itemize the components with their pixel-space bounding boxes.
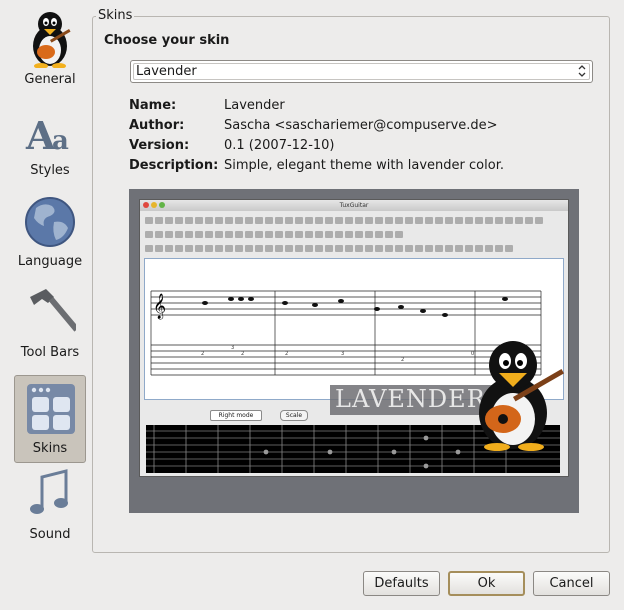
- preview-toolbar-3: [144, 241, 564, 253]
- svg-text:2: 2: [285, 351, 288, 357]
- description-label: Description:: [129, 158, 219, 173]
- sidebar-item-styles[interactable]: A a Styles: [14, 97, 86, 185]
- cancel-button[interactable]: Cancel: [533, 571, 610, 596]
- svg-text:3: 3: [231, 345, 234, 351]
- version-value: 0.1 (2007-12-10): [224, 138, 335, 153]
- skin-select-value: Lavender: [136, 64, 197, 79]
- globe-icon: [25, 197, 75, 247]
- preview-banner-text: LAVENDER: [335, 385, 486, 413]
- sidebar-item-general[interactable]: General: [14, 6, 86, 94]
- sidebar-item-language[interactable]: Language: [14, 188, 86, 276]
- sidebar-item-sound[interactable]: Sound: [14, 461, 86, 549]
- version-label: Version:: [129, 138, 190, 153]
- choose-skin-heading: Choose your skin: [104, 33, 230, 48]
- close-dot-icon: [143, 202, 149, 208]
- svg-text:2: 2: [401, 357, 404, 363]
- updown-arrow-icon: [578, 65, 586, 77]
- sidebar-item-label: Sound: [29, 527, 71, 542]
- tux-mascot-icon: [479, 341, 564, 451]
- sidebar-item-label: Skins: [32, 441, 68, 456]
- skins-grid-icon: [27, 384, 75, 434]
- name-value: Lavender: [224, 98, 285, 113]
- author-label: Author:: [129, 118, 185, 133]
- preview-window-title: TuxGuitar: [140, 200, 568, 211]
- defaults-button[interactable]: Defaults: [363, 571, 440, 596]
- preview-scale-button: Scale: [280, 410, 308, 421]
- sidebar-item-label: Tool Bars: [20, 345, 80, 360]
- minimize-dot-icon: [151, 202, 157, 208]
- preview-toolbar-1: [144, 213, 564, 225]
- preferences-sidebar: General A a Styles Language Tool Bars Sk…: [0, 0, 92, 560]
- name-label: Name:: [129, 98, 177, 113]
- skin-select[interactable]: Lavender: [130, 60, 593, 83]
- music-note-icon: [30, 469, 68, 514]
- sidebar-item-label: Language: [17, 254, 83, 269]
- author-value: Sascha <saschariemer@compuserve.de>: [224, 118, 498, 133]
- svg-text:2: 2: [241, 351, 244, 357]
- group-title: Skins: [96, 8, 135, 23]
- preview-mode-select: Right mode: [210, 410, 262, 421]
- svg-text:3: 3: [341, 351, 344, 357]
- font-aa-icon: A a: [25, 113, 69, 158]
- svg-text:2: 2: [201, 351, 204, 357]
- hammer-icon: [30, 289, 76, 332]
- sidebar-item-label: Styles: [30, 163, 70, 178]
- skin-preview-image: TuxGuitar 𝄞 2 3 2 2 3 2 0 Right mode Sca…: [129, 189, 579, 513]
- description-value: Simple, elegant theme with lavender colo…: [224, 158, 504, 173]
- tux-guitar-icon: [33, 12, 71, 68]
- sidebar-item-label: General: [24, 72, 76, 87]
- svg-text:a: a: [52, 126, 69, 156]
- sidebar-item-skins[interactable]: Skins: [14, 375, 86, 463]
- ok-button[interactable]: Ok: [448, 571, 525, 596]
- zoom-dot-icon: [159, 202, 165, 208]
- sidebar-item-tool-bars[interactable]: Tool Bars: [14, 279, 86, 367]
- preview-toolbar-2: [144, 227, 564, 239]
- svg-text:𝄞: 𝄞: [153, 293, 166, 319]
